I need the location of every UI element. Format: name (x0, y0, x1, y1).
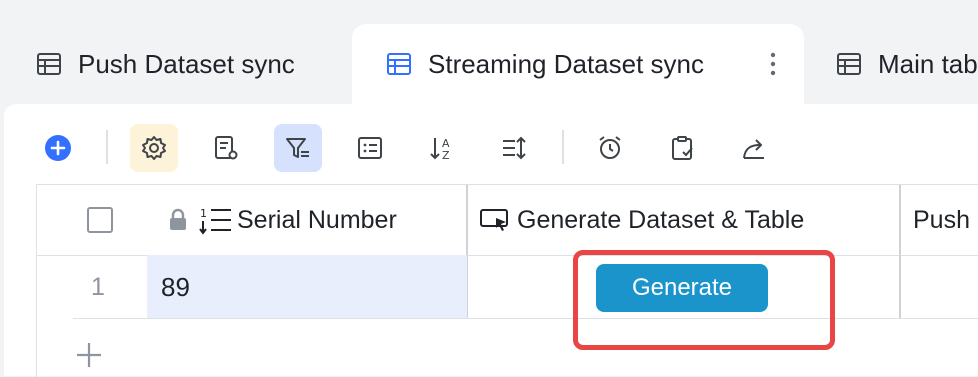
table-icon (387, 53, 411, 75)
sort-icon: A Z (430, 137, 450, 162)
select-all-checkbox[interactable] (87, 207, 113, 233)
list-button[interactable] (346, 124, 394, 172)
toolbar-divider (106, 130, 108, 164)
row-number: 1 (91, 272, 105, 301)
button-field-icon (480, 209, 508, 231)
table-icon (837, 53, 861, 75)
tab-label: Push Dataset sync (78, 48, 295, 79)
column-label: Generate Dataset & Table (517, 205, 805, 234)
toolbar-divider (562, 130, 564, 164)
filter-icon (286, 138, 309, 158)
share-icon (743, 139, 764, 159)
row-height-button[interactable] (490, 124, 538, 172)
svg-text:Z: Z (442, 149, 450, 162)
column-header-push[interactable]: Push (913, 185, 970, 255)
row-height-icon (503, 136, 526, 160)
number-list-icon: 1 (199, 207, 231, 235)
form-settings-button[interactable] (202, 124, 250, 172)
settings-icon (142, 136, 166, 160)
column-label: Serial Number (237, 205, 397, 234)
serial-number-cell[interactable]: 89 (147, 255, 467, 319)
clipboard-button[interactable] (658, 124, 706, 172)
tab-main-table[interactable]: Main table (836, 24, 978, 104)
add-row-icon[interactable] (73, 339, 105, 371)
row-divider (73, 318, 978, 319)
column-label: Push (913, 205, 970, 234)
alarm-icon (599, 136, 621, 159)
reminder-button[interactable] (586, 124, 634, 172)
tab-streaming-dataset-sync[interactable]: Streaming Dataset sync (352, 24, 804, 104)
data-grid: 1 Serial Number Generate Dataset & Table (36, 184, 978, 377)
filter-button[interactable] (274, 124, 322, 172)
tab-bar: Push Dataset sync Streaming Dataset sync… (0, 0, 978, 104)
main-panel: A Z 1 Serial Number Generate Dataset & T… (4, 104, 978, 377)
tab-label: Streaming Dataset sync (428, 48, 705, 79)
table-row[interactable]: 1 89 (37, 255, 978, 319)
tab-push-dataset-sync[interactable]: Push Dataset sync (36, 24, 295, 104)
highlight-box (573, 250, 835, 350)
cell-value: 89 (161, 271, 190, 302)
lock-icon (170, 208, 186, 230)
svg-text:1: 1 (200, 207, 207, 220)
grid-header: 1 Serial Number Generate Dataset & Table (37, 185, 978, 319)
toolbar: A Z (4, 104, 978, 184)
list-icon (358, 137, 382, 159)
column-header-serial-number[interactable]: 1 Serial Number (167, 185, 397, 255)
table-icon (37, 53, 61, 75)
tab-label: Main table (878, 48, 978, 79)
sort-button[interactable]: A Z (418, 124, 466, 172)
more-vertical-icon[interactable] (770, 50, 776, 78)
form-settings-icon (215, 136, 238, 160)
column-header-generate[interactable]: Generate Dataset & Table (479, 185, 804, 255)
share-button[interactable] (730, 124, 778, 172)
settings-button[interactable] (130, 124, 178, 172)
clipboard-check-icon (672, 136, 693, 160)
add-icon (45, 135, 71, 161)
add-button[interactable] (34, 124, 82, 172)
